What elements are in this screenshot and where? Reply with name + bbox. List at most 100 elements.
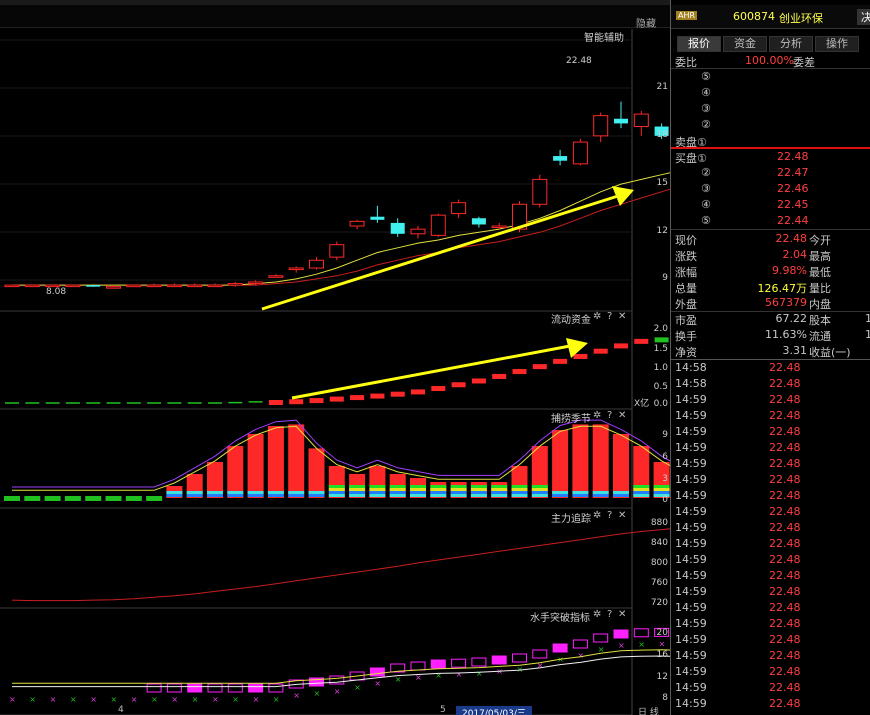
decision-button[interactable]: 决	[857, 9, 870, 25]
close-icon[interactable]: ✕	[618, 410, 626, 421]
season-band	[227, 494, 244, 497]
flow-bar	[553, 358, 568, 364]
x-axis-tick: 5	[440, 705, 446, 715]
sailor-box	[471, 657, 487, 667]
tick-row: 14:59 22.48	[671, 648, 870, 664]
candle-body	[572, 141, 588, 165]
settings-icon[interactable]: ✲	[593, 311, 601, 322]
candle-body	[532, 178, 548, 205]
axis-tick: 800	[650, 558, 668, 568]
sailor-x-marker: ×	[171, 695, 178, 704]
stock-terminal: { "header": {"hide_label": "隐藏", "stock_…	[0, 0, 870, 715]
season-band	[166, 494, 183, 497]
flow-bar	[431, 386, 446, 392]
help-icon[interactable]: ?	[607, 311, 612, 322]
tick-price: 22.48	[769, 521, 801, 534]
axis-tick: 20	[656, 628, 668, 638]
sailor-box	[552, 643, 568, 653]
stat-row: 涨幅 9.98% 最低	[675, 264, 831, 279]
tick-time: 14:59	[675, 537, 707, 550]
settings-icon[interactable]: ✲	[593, 609, 601, 620]
sailor-x-marker: ×	[111, 695, 118, 704]
tab-funds[interactable]: 资金	[723, 36, 767, 52]
sailor-panel-title: 水手突破指标	[530, 613, 590, 624]
stat-row: 总量 126.47万 量比	[675, 282, 831, 295]
sailor-box	[633, 628, 649, 638]
flow-bar	[634, 338, 649, 344]
candle-body	[553, 156, 568, 161]
tick-time: 14:59	[675, 489, 707, 502]
stat-row: 涨跌 2.04 最高	[675, 248, 831, 263]
settings-icon[interactable]: ✲	[593, 510, 601, 521]
season-panel-title: 捕捞季节	[551, 414, 591, 425]
close-icon[interactable]: ✕	[618, 609, 626, 620]
season-band	[531, 491, 548, 494]
season-band	[207, 491, 223, 494]
season-band	[410, 494, 426, 497]
stock-badge: AHR	[676, 11, 698, 20]
tick-price: 22.48	[769, 585, 801, 598]
season-band	[511, 494, 528, 497]
season-bar	[288, 424, 305, 498]
chart-area: ××××××××××××××××××××××××××××××××××××××	[0, 29, 670, 715]
tick-row: 14:59 22.48	[671, 680, 870, 696]
sailor-box	[227, 683, 243, 693]
tick-price: 22.48	[769, 537, 801, 550]
sailor-x-marker: ×	[29, 695, 36, 704]
close-icon[interactable]: ✕	[618, 311, 626, 322]
tick-time: 14:59	[675, 425, 707, 438]
buy-level-2: ② 22.47	[701, 166, 809, 179]
help-icon[interactable]: ?	[607, 609, 612, 620]
season-band	[450, 485, 467, 488]
tick-time: 14:59	[675, 569, 707, 582]
season-band	[247, 494, 264, 497]
close-icon[interactable]: ✕	[618, 510, 626, 521]
candle-body	[187, 284, 203, 288]
season-band	[511, 488, 528, 491]
sailor-box	[430, 659, 446, 669]
tab-operation[interactable]: 操作	[815, 36, 859, 52]
sailor-x-marker: ×	[354, 683, 361, 692]
tick-list[interactable]: 14:58 22.48 14:58 22.48 14:59 22.48 14:59 22.48…	[671, 360, 870, 715]
quote-header: AHR 600874 创业环保 决	[671, 5, 870, 29]
tab-quote[interactable]: 报价	[677, 36, 721, 52]
stat2-row: 净资 3.31 收益(一)	[675, 344, 851, 359]
flow-bar	[329, 396, 344, 402]
candle-body	[126, 284, 142, 288]
season-bar-green	[44, 496, 61, 501]
help-icon[interactable]: ?	[607, 410, 612, 421]
flow-panel-title: 流动资金	[551, 315, 591, 326]
season-bar-green	[24, 496, 41, 501]
sailor-x-marker: ×	[476, 669, 483, 678]
stat-row: 外盘 567379 内盘	[675, 296, 831, 311]
season-band	[450, 488, 467, 491]
season-band	[633, 485, 650, 488]
flow-bar	[411, 389, 425, 395]
season-band	[572, 494, 589, 497]
flow-bar	[25, 402, 40, 404]
stock-name: 创业环保	[779, 12, 823, 25]
buy-price: 22.48	[777, 150, 809, 163]
buy-level-1: 买盘① 22.48	[675, 150, 809, 165]
season-bar	[552, 430, 569, 498]
axis-tick: 12	[656, 672, 668, 682]
season-band	[633, 488, 650, 491]
help-icon[interactable]: ?	[607, 510, 612, 521]
season-band	[328, 494, 345, 497]
season-band	[470, 491, 487, 494]
axis-tick: 0.0	[653, 399, 668, 409]
season-band	[369, 491, 386, 494]
settings-icon[interactable]: ✲	[593, 410, 601, 421]
tick-time: 14:59	[675, 633, 707, 646]
sailor-box	[410, 661, 426, 671]
tab-analysis[interactable]: 分析	[769, 36, 813, 52]
tick-time: 14:59	[675, 409, 707, 422]
season-band	[349, 491, 366, 494]
season-band	[410, 485, 426, 488]
candle-body	[146, 284, 162, 288]
flow-bar	[471, 378, 486, 384]
tick-price: 22.48	[769, 617, 801, 630]
period-label[interactable]: 日 线	[638, 705, 659, 715]
tick-time: 14:59	[675, 681, 707, 694]
tick-price: 22.48	[769, 649, 801, 662]
